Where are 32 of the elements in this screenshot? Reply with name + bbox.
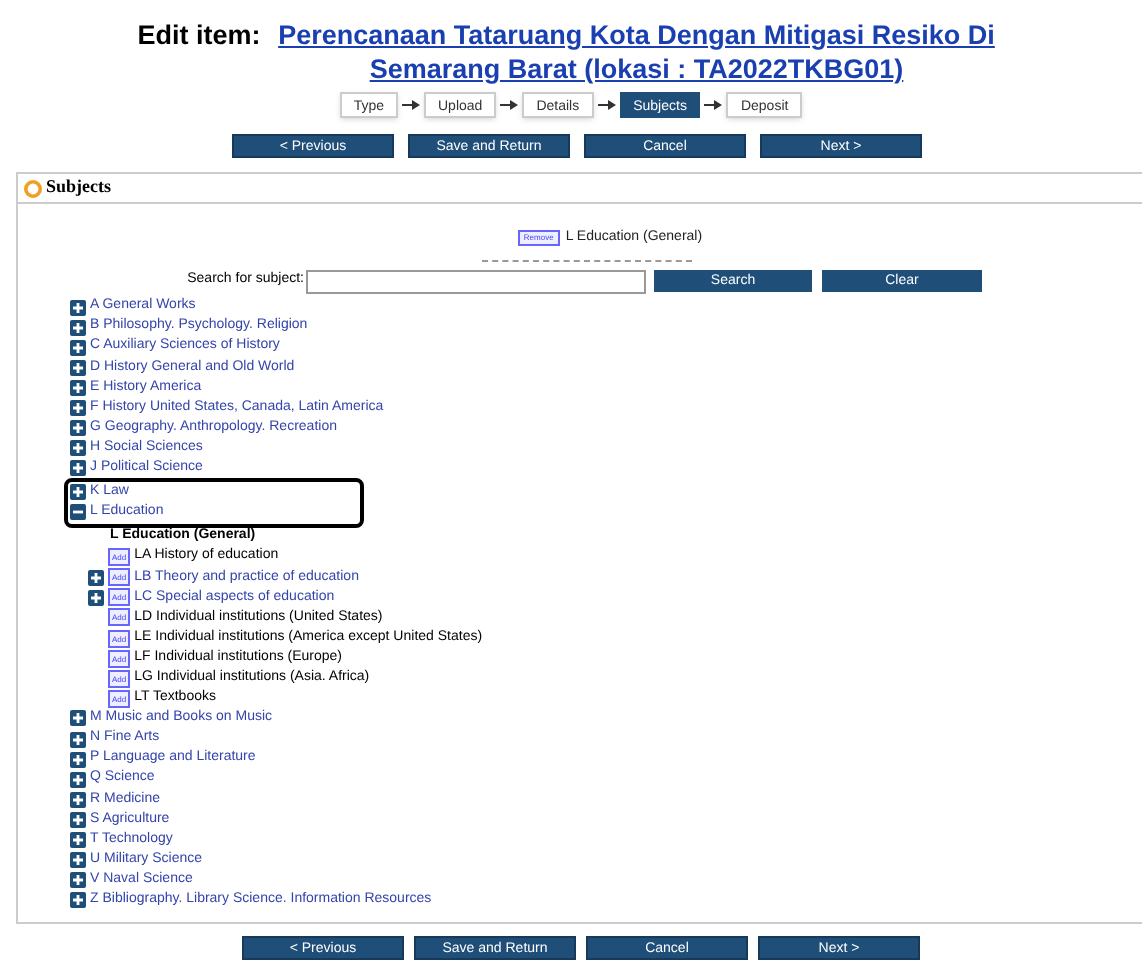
expand-icon[interactable] (70, 460, 86, 477)
expand-icon[interactable] (70, 420, 86, 437)
item-title-link[interactable]: Perencanaan Tataruang Kota Dengan Mitigasi Resiko Di Semarang Barat (lokasi : TA2022TKBG01) (268, 18, 1005, 86)
expand-icon[interactable] (70, 872, 86, 889)
panel-title: Subjects (46, 174, 112, 201)
expand-icon[interactable] (70, 811, 86, 828)
arrow-icon (597, 100, 616, 110)
expand-icon[interactable] (70, 731, 86, 748)
arrow-icon (704, 100, 723, 110)
expand-icon[interactable] (70, 400, 86, 417)
expand-icon[interactable] (70, 892, 86, 909)
expand-icon[interactable] (70, 339, 86, 356)
expand-icon[interactable] (70, 484, 86, 501)
circle-icon (24, 179, 42, 197)
arrow-icon (500, 100, 519, 110)
expand-icon[interactable] (70, 379, 86, 396)
expand-icon[interactable] (70, 319, 86, 336)
expand-icon[interactable] (88, 569, 104, 586)
expand-icon[interactable] (70, 299, 86, 316)
expand-icon[interactable] (88, 589, 104, 606)
expand-icon[interactable] (70, 359, 86, 376)
expand-icon[interactable] (70, 852, 86, 869)
expand-icon[interactable] (70, 791, 86, 808)
heading-label: Edit item: (137, 18, 261, 52)
collapse-icon[interactable] (70, 504, 86, 521)
expand-icon[interactable] (70, 751, 86, 768)
expand-icon[interactable] (70, 440, 86, 457)
expand-icon[interactable] (70, 831, 86, 848)
expand-icon[interactable] (70, 771, 86, 788)
expand-icon[interactable] (70, 710, 86, 727)
search-field[interactable] (306, 269, 646, 293)
arrow-icon (402, 100, 420, 110)
